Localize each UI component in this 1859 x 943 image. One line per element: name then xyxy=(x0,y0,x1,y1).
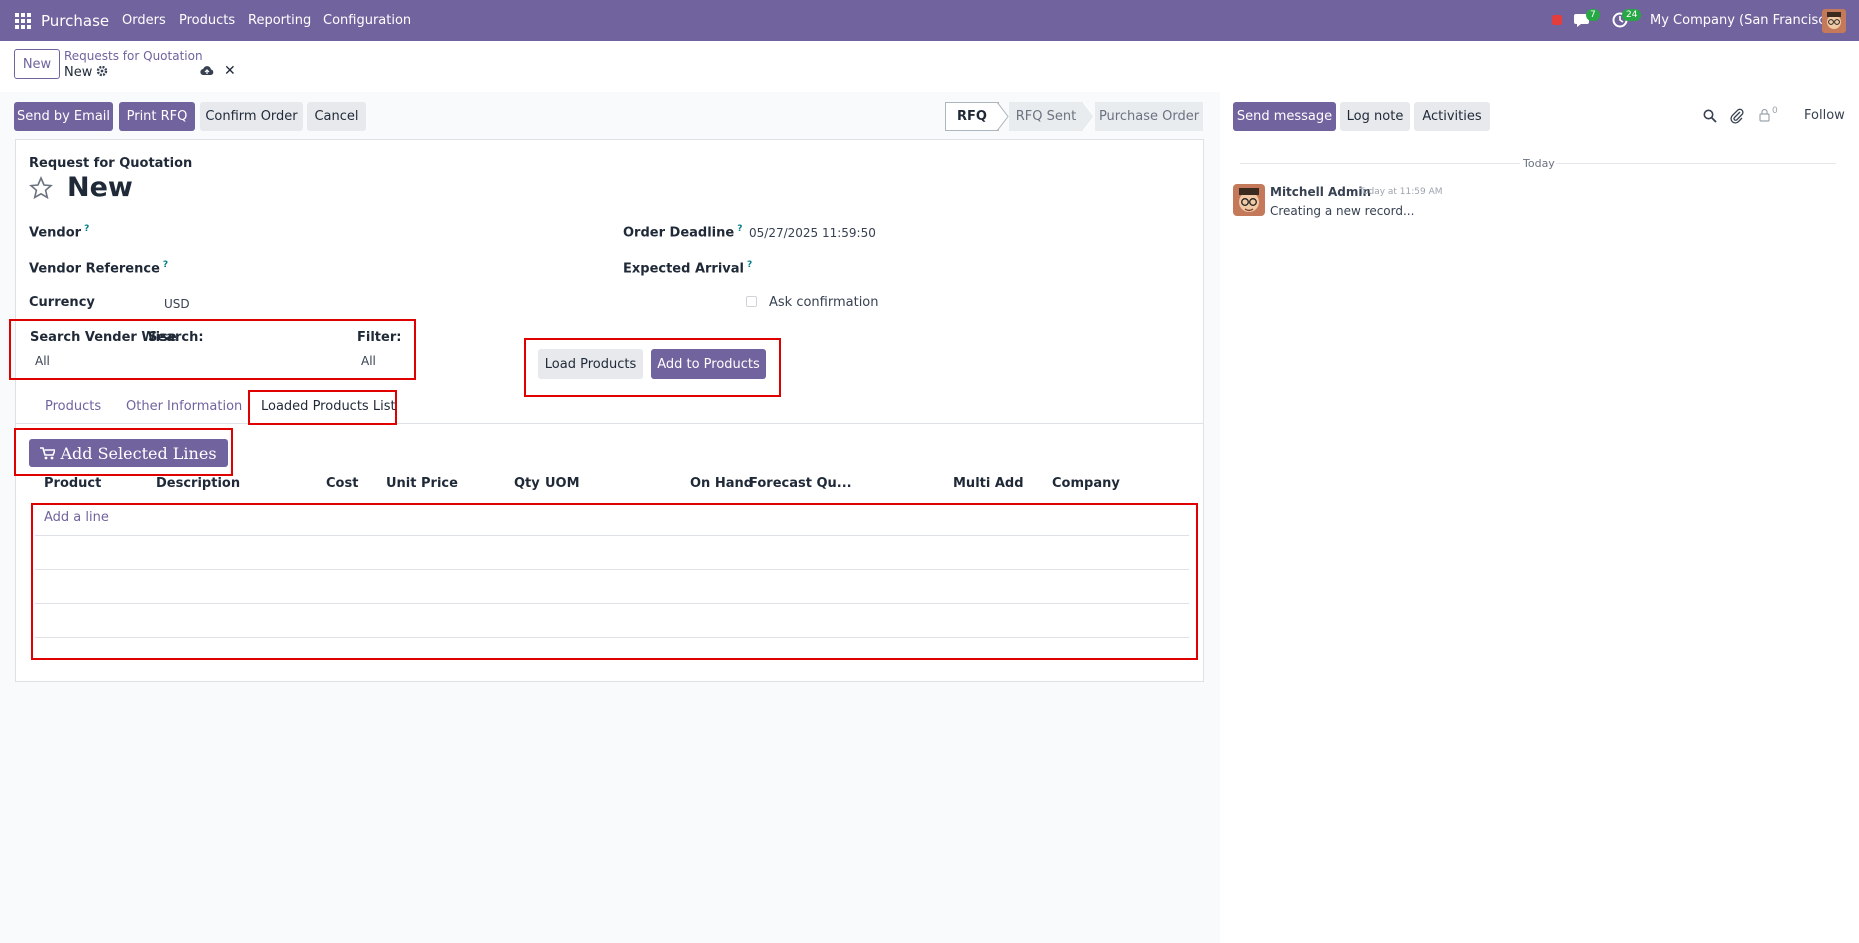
date-separator: Today xyxy=(1523,157,1555,170)
menu-products[interactable]: Products xyxy=(179,13,235,28)
discard-close-icon[interactable]: ✕ xyxy=(224,63,236,79)
ask-confirmation-checkbox[interactable] xyxy=(746,296,757,307)
add-to-products-button[interactable]: Add to Products xyxy=(651,349,766,379)
search-icon[interactable] xyxy=(1703,109,1717,127)
print-rfq-button[interactable]: Print RFQ xyxy=(119,102,195,131)
expected-arrival-field[interactable] xyxy=(749,255,1169,279)
menu-configuration[interactable]: Configuration xyxy=(323,13,411,28)
confirm-order-button[interactable]: Confirm Order xyxy=(200,102,303,131)
currency-field[interactable]: USD xyxy=(164,297,190,311)
order-deadline-field[interactable]: 05/27/2025 11:59:50 xyxy=(749,226,876,240)
stage-arrow-icon xyxy=(997,102,1009,131)
author-avatar xyxy=(1233,184,1265,216)
stage-purchase-order[interactable]: Purchase Order xyxy=(1095,102,1203,131)
activities-button[interactable]: Activities xyxy=(1414,102,1490,131)
col-forecast-qty[interactable]: Forecast Qu... xyxy=(749,476,852,491)
vendor-reference-field[interactable] xyxy=(163,255,583,279)
col-company[interactable]: Company xyxy=(1052,476,1120,491)
app-grid-icon[interactable] xyxy=(15,13,31,29)
search-label: Search: xyxy=(148,330,204,345)
breadcrumb-parent[interactable]: Requests for Quotation xyxy=(64,49,203,63)
paperclip-icon[interactable] xyxy=(1730,108,1744,128)
follower-count: 0 xyxy=(1772,106,1778,116)
col-multi-add[interactable]: Multi Add xyxy=(953,476,1024,491)
message-author[interactable]: Mitchell Admin xyxy=(1270,185,1371,199)
send-message-button[interactable]: Send message xyxy=(1233,102,1336,131)
tab-products[interactable]: Products xyxy=(45,399,101,414)
col-uom[interactable]: UOM xyxy=(545,476,580,491)
new-button[interactable]: New xyxy=(14,49,60,79)
expected-arrival-label: Expected Arrival? xyxy=(623,260,753,277)
record-title: New xyxy=(67,172,133,203)
tab-loaded-products-list[interactable]: Loaded Products List xyxy=(261,399,396,414)
col-description[interactable]: Description xyxy=(156,476,240,491)
vendor-label: Vendor? xyxy=(29,224,90,241)
search-select[interactable]: All xyxy=(35,354,50,368)
form-subtitle: Request for Quotation xyxy=(29,156,193,171)
gear-icon[interactable] xyxy=(96,65,108,81)
col-unit-price[interactable]: Unit Price xyxy=(386,476,458,491)
load-products-button[interactable]: Load Products xyxy=(538,349,643,379)
send-by-email-button[interactable]: Send by Email xyxy=(14,102,113,131)
tabs-divider xyxy=(15,423,1204,424)
tab-other-information[interactable]: Other Information xyxy=(126,399,242,414)
col-on-hand[interactable]: On Hand xyxy=(690,476,753,491)
breadcrumb-current: New xyxy=(64,65,93,80)
messages-badge: 7 xyxy=(1586,9,1600,21)
company-switcher[interactable]: My Company (San Francisco) xyxy=(1650,13,1838,28)
message-body: Creating a new record... xyxy=(1270,204,1415,218)
col-product[interactable]: Product xyxy=(44,476,101,491)
cancel-button[interactable]: Cancel xyxy=(307,102,366,131)
add-selected-lines-button[interactable]: Add Selected Lines xyxy=(29,439,228,467)
currency-label: Currency xyxy=(29,295,95,310)
table-row xyxy=(35,535,1189,536)
add-a-line-link[interactable]: Add a line xyxy=(44,510,109,525)
star-icon[interactable] xyxy=(29,175,53,204)
filter-label: Filter: xyxy=(357,330,402,345)
ask-confirmation-label: Ask confirmation xyxy=(769,295,879,310)
stage-arrow-icon xyxy=(1083,102,1095,131)
user-avatar[interactable] xyxy=(1822,9,1846,33)
date-separator-line xyxy=(1556,163,1836,164)
lock-icon[interactable] xyxy=(1759,108,1770,126)
menu-reporting[interactable]: Reporting xyxy=(248,13,311,28)
stage-rfq-sent[interactable]: RFQ Sent xyxy=(1009,102,1083,131)
cart-icon xyxy=(40,446,56,459)
vendor-field[interactable] xyxy=(163,219,583,243)
table-row xyxy=(35,603,1189,604)
vendor-reference-label: Vendor Reference? xyxy=(29,260,169,277)
save-cloud-icon[interactable] xyxy=(200,65,214,81)
message-timestamp: Today at 11:59 AM xyxy=(1359,187,1443,197)
order-deadline-label: Order Deadline? xyxy=(623,224,743,241)
search-vendor-highlight xyxy=(9,319,416,380)
activities-badge: 24 xyxy=(1622,9,1642,21)
col-cost[interactable]: Cost xyxy=(326,476,358,491)
debug-icon[interactable] xyxy=(1552,15,1562,25)
app-name[interactable]: Purchase xyxy=(41,12,109,30)
menu-orders[interactable]: Orders xyxy=(122,13,166,28)
add-selected-lines-label: Add Selected Lines xyxy=(60,443,217,463)
stage-rfq[interactable]: RFQ xyxy=(945,102,999,131)
filter-select[interactable]: All xyxy=(361,354,376,368)
follow-button[interactable]: Follow xyxy=(1804,108,1845,123)
log-note-button[interactable]: Log note xyxy=(1340,102,1410,131)
table-row xyxy=(35,569,1189,570)
top-navbar: Purchase Orders Products Reporting Confi… xyxy=(0,0,1859,41)
date-separator-line xyxy=(1240,163,1520,164)
table-row xyxy=(35,637,1189,638)
col-qty[interactable]: Qty xyxy=(514,476,540,491)
